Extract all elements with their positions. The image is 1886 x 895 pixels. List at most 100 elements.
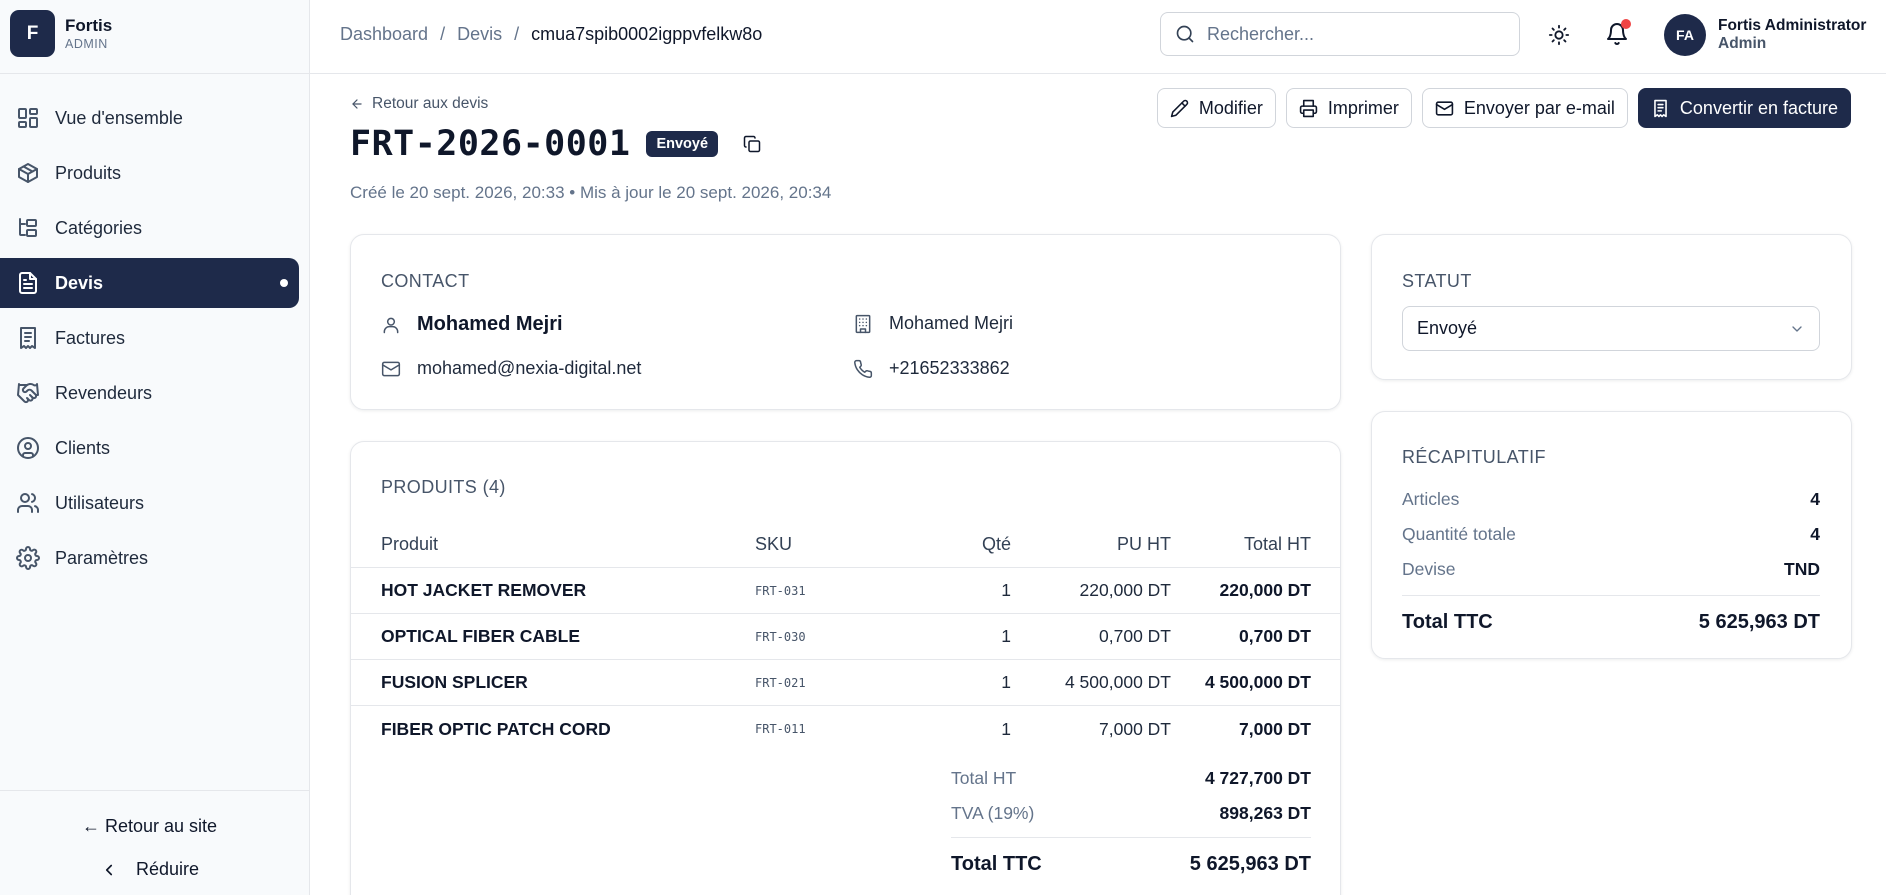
total-ttc-value: 5 625,963 DT: [1189, 853, 1311, 875]
brand-subtitle: ADMIN: [65, 36, 108, 51]
contact-email: mohamed@nexia-digital.net: [381, 358, 641, 379]
package-icon: [18, 163, 38, 183]
product-name: FUSION SPLICER: [381, 672, 528, 692]
sidebar-item-label: Factures: [55, 327, 126, 348]
send-email-button[interactable]: Envoyer par e-mail: [1421, 88, 1628, 128]
user-circle-icon: [17, 437, 39, 459]
contact-phone-link[interactable]: +21652333862: [889, 358, 1010, 379]
contact-company: Mohamed Mejri: [853, 313, 1013, 334]
product-name: OPTICAL FIBER CABLE: [381, 626, 580, 646]
summary-total-label: Total TTC: [1402, 611, 1493, 633]
back-link-label: Retour aux devis: [372, 95, 489, 112]
sidebar-item-settings[interactable]: Paramètres: [0, 533, 299, 583]
contact-name: Mohamed Mejri: [417, 313, 563, 335]
total-ttc-row: Total TTC 5 625,963 DT: [951, 837, 1311, 887]
product-unit-price: 7,000 DT: [1099, 718, 1171, 739]
product-sku: FRT-031: [755, 583, 806, 598]
search-box[interactable]: [1160, 12, 1520, 56]
layout-dashboard-icon: [18, 108, 38, 128]
print-label: Imprimer: [1327, 97, 1399, 118]
total-ttc-label: Total TTC: [951, 853, 1042, 875]
collapse-sidebar-button[interactable]: Réduire: [0, 859, 299, 880]
breadcrumb-separator: /: [440, 24, 446, 44]
summary-rows: Articles 4 Quantité totale 4 Devise TND …: [1402, 482, 1820, 645]
sidebar-nav: Vue d'ensemble Produits Catégories Devis…: [0, 93, 299, 588]
status-badge: Envoyé: [646, 131, 719, 157]
product-qty: 1: [1001, 580, 1011, 600]
sidebar-item-invoices[interactable]: Factures: [0, 313, 299, 363]
sidebar-footer: ← Retour au site Réduire: [0, 790, 309, 895]
product-sku: FRT-030: [755, 629, 806, 644]
table-row: OPTICAL FIBER CABLE FRT-030 1 0,700 DT 0…: [351, 614, 1340, 660]
products-card: PRODUITS (4) Produit SKU Qté PU HT Total…: [350, 441, 1341, 895]
column-header-product: Produit: [381, 534, 439, 554]
sidebar-item-clients[interactable]: Clients: [0, 423, 299, 473]
convert-label: Convertir en facture: [1679, 97, 1838, 118]
sidebar-item-users[interactable]: Utilisateurs: [0, 478, 299, 528]
table-row: HOT JACKET REMOVER FRT-031 1 220,000 DT …: [351, 568, 1340, 614]
sidebar-item-label: Revendeurs: [55, 382, 153, 403]
users-icon: [17, 493, 39, 513]
theme-toggle-button[interactable]: [1544, 20, 1574, 50]
sidebar-item-quotes[interactable]: Devis: [0, 258, 299, 308]
edit-button[interactable]: Modifier: [1156, 88, 1276, 128]
summary-total-row: Total TTC 5 625,963 DT: [1402, 595, 1820, 645]
product-qty: 1: [1001, 626, 1011, 646]
contact-phone: +21652333862: [853, 358, 1010, 379]
receipt-icon: [1654, 99, 1667, 117]
convert-to-invoice-button[interactable]: Convertir en facture: [1637, 88, 1851, 128]
breadcrumb-dashboard[interactable]: Dashboard: [340, 24, 428, 45]
status-selected-value: Envoyé: [1417, 318, 1478, 338]
breadcrumb: Dashboard / Devis / cmua7spib0002igppvfe…: [340, 24, 762, 45]
summary-currency-label: Devise: [1402, 559, 1456, 579]
copy-button[interactable]: [740, 132, 764, 156]
created-updated-meta: Créé le 20 sept. 2026, 20:33 • Mis à jou…: [350, 183, 832, 202]
sidebar-item-label: Produits: [55, 162, 122, 183]
user-menu[interactable]: FA Fortis Administrator Admin: [1664, 14, 1866, 56]
card-title: CONTACT: [381, 271, 470, 291]
search-input[interactable]: [1207, 23, 1507, 45]
notifications-button[interactable]: [1602, 19, 1632, 49]
product-total: 0,700 DT: [1239, 626, 1311, 646]
contact-email-link[interactable]: mohamed@nexia-digital.net: [417, 358, 641, 379]
print-button[interactable]: Imprimer: [1285, 88, 1412, 128]
sidebar-item-label: Devis: [55, 272, 104, 293]
contact-company-name: Mohamed Mejri: [889, 313, 1014, 333]
column-header-qty: Qté: [981, 534, 1011, 554]
sidebar-item-products[interactable]: Produits: [0, 148, 299, 198]
sidebar-item-label: Vue d'ensemble: [55, 107, 183, 128]
sidebar-item-categories[interactable]: Catégories: [0, 203, 299, 253]
product-qty: 1: [1001, 672, 1011, 692]
file-text-icon: [19, 272, 37, 294]
avatar: FA: [1664, 14, 1706, 56]
breadcrumb-quotes[interactable]: Devis: [457, 24, 502, 45]
active-indicator: [280, 279, 288, 287]
status-select[interactable]: Envoyé: [1402, 306, 1820, 351]
sidebar-item-overview[interactable]: Vue d'ensemble: [0, 93, 299, 143]
chevron-down-icon: [1792, 325, 1802, 332]
product-unit-price: 4 500,000 DT: [1064, 672, 1171, 692]
product-total: 220,000 DT: [1219, 580, 1311, 600]
totals-block: Total HT 4 727,700 DT TVA (19%) 898,263 …: [951, 761, 1311, 887]
divider: [0, 73, 309, 74]
breadcrumb-separator: /: [514, 24, 520, 44]
summary-currency-row: Devise TND: [1402, 552, 1820, 587]
product-name: HOT JACKET REMOVER: [381, 580, 587, 600]
summary-currency-value: TND: [1784, 559, 1820, 579]
sun-icon: [1548, 24, 1570, 46]
total-ht-value: 4 727,700 DT: [1204, 768, 1311, 788]
search-icon: [1176, 25, 1194, 43]
brand-name: Fortis: [65, 15, 113, 35]
card-title: RÉCAPITULATIF: [1402, 447, 1546, 467]
card-title: PRODUITS (4): [381, 477, 506, 497]
collapse-label: Réduire: [135, 859, 200, 879]
column-header-unit-price: PU HT: [1117, 534, 1171, 554]
back-to-quotes-link[interactable]: Retour aux devis: [350, 95, 488, 113]
brand[interactable]: F Fortis ADMIN: [10, 10, 112, 57]
arrow-left-icon: [352, 99, 362, 109]
sidebar-item-label: Utilisateurs: [55, 492, 145, 513]
back-to-site-link[interactable]: ← Retour au site: [0, 816, 299, 837]
summary-total-value: 5 625,963 DT: [1698, 611, 1820, 633]
sidebar-item-resellers[interactable]: Revendeurs: [0, 368, 299, 418]
tva-row: TVA (19%) 898,263 DT: [951, 796, 1311, 831]
